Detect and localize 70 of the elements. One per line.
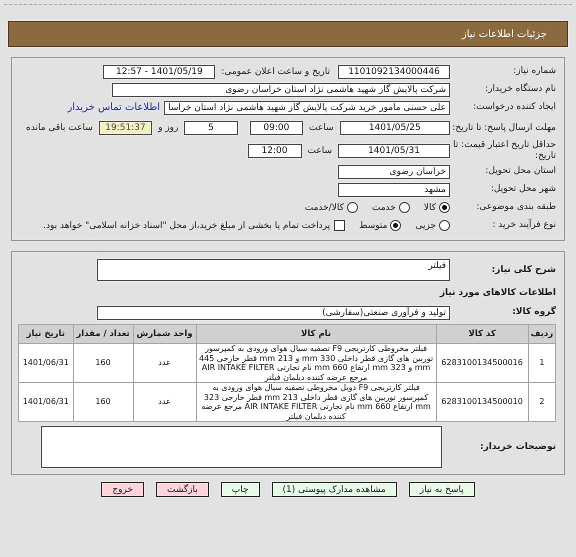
field-label: گروه کالا: (511, 307, 556, 318)
text-field[interactable]: 5 (184, 121, 238, 135)
field-label: تاریخ و ساعت اعلان عمومی: (221, 66, 330, 76)
table-cell: 2 (528, 382, 556, 422)
table-cell: 160 (73, 344, 134, 382)
text-field[interactable]: شرکت پالایش گاز شهید هاشمی نژاد استان خراسان رضوی (112, 82, 450, 96)
text-field[interactable]: 1101092134000446 (338, 64, 450, 78)
table-cell: 160 (73, 382, 134, 422)
field-label: شماره نیاز: (512, 66, 556, 77)
table-cell: 6283100134500016 (436, 344, 528, 382)
text-field[interactable]: 1401/05/19 - 12:57 (103, 64, 216, 78)
field-label: ساعت (309, 123, 334, 133)
option-label: خدمت (372, 202, 396, 212)
date-field[interactable]: 1401/05/25 (340, 121, 450, 135)
field-label: طبقه بندی موضوعی: (475, 202, 556, 213)
date-field[interactable]: 1401/05/31 (338, 144, 450, 158)
text-field[interactable]: مشهد (338, 182, 450, 196)
contact-link[interactable]: اطلاعات تماس خریدار (67, 102, 160, 113)
table-cell: فیلتر مخروطی کارتریجی F9 تصفیه سیال هوای ورودی به کمپرسور توربین های گازی قطر داخلی 330 mm و 213 mm قطر خارجی 445 mm و 323 mm ارتفاع 660 mm نام تجارتی AIR INTAKE FILTER مرجع عرضه کننده دیلمان فیلتر (196, 344, 436, 382)
field-label: توضیحات خریدار: (479, 442, 556, 452)
column-header: کد کالا (436, 324, 528, 344)
action-button[interactable]: پاسخ به نیاز (408, 482, 475, 497)
field-label: استان محل تحویل: (484, 166, 556, 177)
action-button[interactable]: مشاهده مدارک پیوستی (1) (272, 482, 397, 497)
field-label: ساعت (308, 146, 332, 156)
field-label: ساعت باقی مانده (26, 123, 93, 133)
field-label: نام دستگاه خریدار: (484, 84, 556, 95)
radio-button[interactable] (398, 202, 410, 213)
radio-button[interactable] (439, 202, 450, 213)
option-label: جزیی (415, 220, 436, 230)
column-header: ردیف (528, 324, 556, 344)
table-cell: فیلتر کارتریجی F9 دوبل مخروطی تصفیه سیال هوای ورودی به کمپرسور توربین های گازی قطر داخلی 213 mm قطر خارجی 323 mm ارتفاع 660 mm نام تجارتی AIR INTAKE FILTER مرجع عرضه کننده دیلمان فیلتر (196, 382, 436, 422)
radio-button[interactable] (390, 220, 402, 231)
field-label: شهر محل تحویل: (490, 184, 556, 195)
section-title: اطلاعات کالاهای مورد نیاز (440, 288, 556, 298)
table-cell: عدد (133, 344, 196, 382)
page-title: جزئیات اطلاعات نیاز (462, 28, 547, 40)
field-label: مهلت ارسال پاسخ: تا تاریخ: (451, 122, 556, 134)
action-button[interactable]: خروج (101, 482, 144, 497)
time-field[interactable]: 09:00 (250, 121, 304, 135)
column-header: واحد شمارش (133, 324, 196, 344)
checkbox[interactable] (334, 220, 346, 231)
field-label: حداقل تاریخ اعتبار قیمت: تا تاریخ: (452, 140, 556, 162)
column-header: نام کالا (196, 324, 436, 344)
field-label: شرح کلی نیاز: (490, 264, 556, 276)
table-cell: 6283100134500010 (436, 382, 528, 422)
radio-button[interactable] (439, 220, 450, 231)
text-field[interactable]: علی حسنی مامور خرید شرکت پالایش گاز شهید هاشمی نژاد استان خراسا (164, 100, 450, 114)
table-cell: عدد (133, 382, 196, 422)
option-label: کالا (424, 202, 436, 212)
field-label: نوع فرآیند خرید : (491, 220, 556, 231)
countdown-field: 19:51:37 (98, 121, 152, 135)
table-cell: 1 (528, 344, 556, 382)
checkbox-label: پرداخت تمام یا بخشی از مبلغ خرید،از محل "اسناد خزانه اسلامی" خواهد بود. (43, 220, 330, 230)
time-field[interactable]: 12:00 (248, 144, 302, 158)
action-button[interactable]: بازگشت (156, 482, 209, 497)
table-cell: 1401/06/31 (18, 382, 74, 422)
column-header: تاریخ نیاز (18, 324, 74, 344)
description-field[interactable]: فیلتر (97, 259, 450, 281)
column-header: تعداد / مقدار (73, 324, 134, 344)
field-label: ایجاد کننده درخواست: (472, 102, 556, 113)
option-label: کالا/خدمت (304, 202, 344, 212)
field-label: روز و (158, 123, 178, 133)
notes-field[interactable] (41, 426, 442, 468)
text-field[interactable]: تولید و فرآوری صنعتی(سفارشی) (97, 306, 450, 320)
table-cell: 1401/06/31 (18, 344, 74, 382)
action-button[interactable]: چاپ (220, 482, 260, 497)
text-field[interactable]: خراسان رضوی (338, 164, 450, 178)
radio-button[interactable] (346, 202, 358, 213)
option-label: متوسط (359, 220, 388, 230)
